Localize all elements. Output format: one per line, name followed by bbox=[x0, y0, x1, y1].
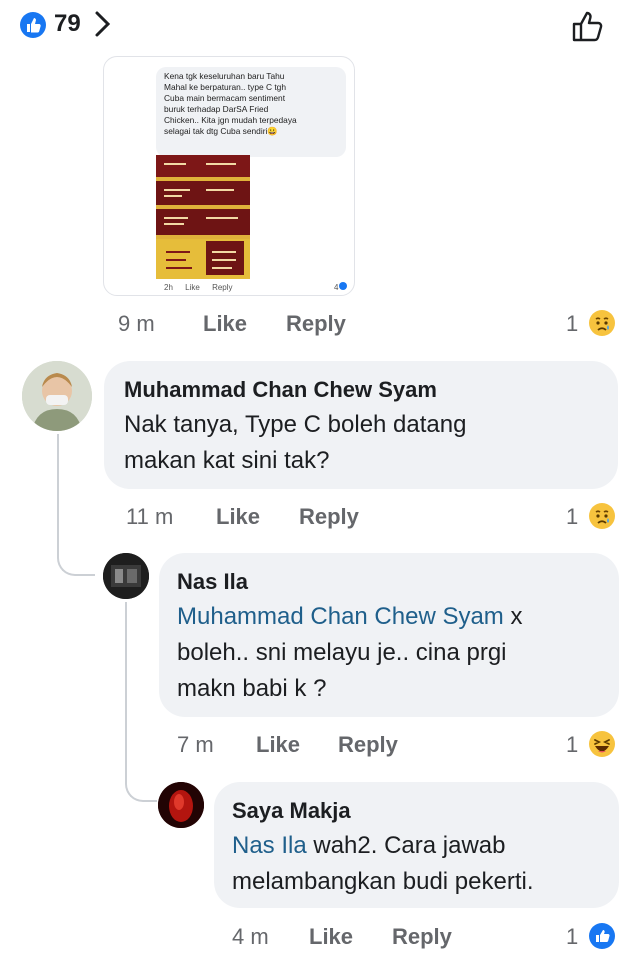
reaction-count: 1 bbox=[566, 311, 579, 336]
reaction-summary[interactable]: 1 bbox=[566, 923, 626, 956]
comment-author[interactable]: Saya Makja bbox=[232, 798, 351, 824]
embedded-reply: Reply bbox=[212, 283, 233, 292]
comment-line: makan kat sini tak? bbox=[124, 447, 330, 474]
attached-screenshot[interactable]: Kena tgk keseluruhan baru Tahu Mahal ke … bbox=[103, 56, 355, 296]
embedded-line: Chicken.. Kita jgn mudah terpedaya bbox=[164, 115, 297, 125]
embedded-react-count: 4 bbox=[334, 283, 339, 292]
embedded-line: buruk terhadap DarSA Fried bbox=[164, 104, 269, 114]
comment-actions: 9 m Like Reply bbox=[0, 311, 640, 341]
embedded-like: Like bbox=[185, 283, 200, 292]
avatar[interactable] bbox=[158, 782, 204, 828]
embedded-line: Cuba main bermacam sentiment bbox=[164, 93, 286, 103]
comment-line: Nak tanya, Type C boleh datang bbox=[124, 411, 467, 438]
like-count[interactable]: 79 bbox=[54, 10, 81, 38]
reaction-summary[interactable]: 1 bbox=[566, 310, 626, 343]
emoji-icon: 😀 bbox=[267, 126, 278, 136]
menu-image bbox=[156, 155, 250, 279]
reply-button[interactable]: Reply bbox=[392, 924, 452, 950]
reply-button[interactable]: Reply bbox=[299, 504, 359, 530]
comment-time: 11 m bbox=[126, 504, 174, 529]
comment-line: wah2. Cara jawab bbox=[306, 832, 506, 859]
like-outline-icon[interactable] bbox=[568, 6, 608, 46]
embedded-line: selagai tak dtg Cuba sendiri bbox=[164, 126, 268, 136]
like-button[interactable]: Like bbox=[256, 732, 300, 758]
haha-reaction-icon bbox=[589, 731, 615, 757]
like-button[interactable]: Like bbox=[203, 311, 247, 337]
reaction-count: 1 bbox=[566, 504, 579, 529]
thread-connector bbox=[57, 540, 95, 576]
reply-button[interactable]: Reply bbox=[338, 732, 398, 758]
comment-time: 9 m bbox=[118, 311, 155, 336]
reactions-header: 79 bbox=[0, 0, 640, 50]
embedded-actions: 2h Like Reply bbox=[164, 283, 243, 292]
comment-line: melambangkan budi pekerti. bbox=[232, 868, 534, 895]
comment-bubble: Muhammad Chan Chew Syam Nak tanya, Type … bbox=[104, 361, 618, 489]
avatar[interactable] bbox=[22, 361, 92, 431]
thread-connector bbox=[125, 768, 157, 802]
comment-bubble: Saya Makja Nas Ila wah2. Cara jawab mela… bbox=[214, 782, 619, 908]
like-reaction-icon bbox=[589, 923, 615, 949]
reaction-summary[interactable]: 1 bbox=[566, 731, 626, 764]
comment-time: 7 m bbox=[177, 732, 214, 757]
comment-time: 4 m bbox=[232, 924, 269, 949]
like-reaction-icon[interactable] bbox=[20, 12, 46, 38]
comment-line: x bbox=[503, 603, 523, 630]
mention-link[interactable]: Nas Ila bbox=[232, 832, 307, 859]
comment-text: Muhammad Chan Chew Syam x boleh.. sni me… bbox=[177, 599, 609, 707]
reaction-count: 1 bbox=[566, 924, 579, 949]
comment-author[interactable]: Nas Ila bbox=[177, 569, 248, 595]
avatar[interactable] bbox=[103, 553, 149, 599]
comment-actions: 7 m Like Reply bbox=[0, 732, 640, 762]
comment-text: Nak tanya, Type C boleh datang makan kat… bbox=[124, 407, 604, 479]
comment-actions: 11 m Like Reply bbox=[0, 504, 640, 534]
sad-reaction-icon bbox=[589, 503, 615, 529]
embedded-time: 2h bbox=[164, 283, 173, 292]
embedded-comment-bubble: Kena tgk keseluruhan baru Tahu Mahal ke … bbox=[156, 67, 346, 157]
like-reaction-icon bbox=[339, 282, 348, 290]
comment-line: boleh.. sni melayu je.. cina prgi bbox=[177, 639, 507, 666]
reaction-count: 1 bbox=[566, 732, 579, 757]
comment-author[interactable]: Muhammad Chan Chew Syam bbox=[124, 377, 437, 403]
like-button[interactable]: Like bbox=[216, 504, 260, 530]
embedded-line: Mahal ke berpaturan.. type C tgh bbox=[164, 82, 286, 92]
comment-line: makn babi k ? bbox=[177, 675, 327, 702]
embedded-line: Kena tgk keseluruhan baru Tahu bbox=[164, 71, 285, 81]
sad-reaction-icon bbox=[589, 310, 615, 336]
reply-button[interactable]: Reply bbox=[286, 311, 346, 337]
comment-bubble: Nas Ila Muhammad Chan Chew Syam x boleh.… bbox=[159, 553, 619, 717]
reaction-summary[interactable]: 1 bbox=[566, 503, 626, 536]
like-button[interactable]: Like bbox=[309, 924, 353, 950]
mention-link[interactable]: Muhammad Chan Chew Syam bbox=[177, 603, 504, 630]
comment-text: Nas Ila wah2. Cara jawab melambangkan bu… bbox=[232, 828, 612, 900]
embedded-reaction: 4 bbox=[334, 282, 348, 292]
comment-actions: 4 m Like Reply bbox=[0, 924, 640, 954]
chevron-right-icon[interactable] bbox=[92, 8, 114, 40]
